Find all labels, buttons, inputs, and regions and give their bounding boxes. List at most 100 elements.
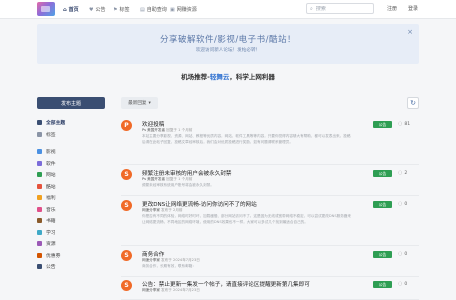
tag-color-icon [37,241,42,247]
reply-count-value: 81 [404,121,411,127]
sidebar-item-label: 学习 [46,230,56,236]
tag-badge[interactable]: 公告 [373,201,392,208]
sidebar-item-label: 标签 [46,132,56,138]
sidebar-item[interactable]: 优惠券 [37,250,105,262]
discussion-row[interactable]: S 频繁注册未审核的用户会被永久封禁 Ps 美国开发者 回复于 1 个月前 频繁未经审… [121,169,419,196]
sidebar-item[interactable]: 酷站 [37,181,105,193]
avatar[interactable]: S [121,280,132,291]
tag-color-icon [37,264,42,270]
tag-color-icon [37,160,42,166]
comment-icon: ◌ [398,281,403,287]
announcement-title: 分享破解软件/影视/电子书/酷站！ [159,35,297,45]
avatar[interactable]: S [121,250,132,261]
nav-item-label: 网赚资源 [176,7,197,13]
discussion-title[interactable]: 商务合作 [142,250,164,258]
sidebar-item-label: 网站 [46,173,56,179]
nav-item[interactable]: ⌂ 首页 [63,5,79,14]
sort-label: 最新回复 [128,101,147,106]
nav-item-label: 标签 [119,7,130,13]
author-name[interactable]: 网速分享家 [142,288,160,292]
sidebar-item[interactable]: 书籍 [37,215,105,227]
discussion-row[interactable]: S 更改DNS让网络更流畅-访问你访问不了的网站 网速分享家 发布于 2月前 你是否有… [121,200,419,246]
sidebar-item[interactable]: 全部主题 [37,117,105,129]
tag-color-icon [37,149,42,155]
search-box[interactable]: ⌕ [306,3,374,14]
post-time: 发布于 2月前 [161,208,183,212]
post-time: 回复于 1 个月前 [166,177,193,181]
discussion-title[interactable]: 更改DNS让网络更流畅-访问你访问不了的网站 [142,200,257,208]
author-name[interactable]: Ps 美国开发者 [142,177,165,181]
avatar[interactable]: P [121,120,132,131]
tag-badge[interactable]: 公告 [373,170,392,177]
tag-badge[interactable]: 公告 [373,251,392,258]
sidebar-item[interactable]: 福利 [37,192,105,204]
tag-color-icon [37,131,42,137]
sidebar-item-label: 福利 [46,196,56,202]
site-logo[interactable] [37,2,55,16]
tag-badge[interactable]: 公告 [373,121,392,128]
promo-prefix: 机场推荐- [181,73,210,81]
nav-item[interactable]: ♥ 公告 [89,5,106,14]
discussion-meta: 网速分享家 发布于 2024年7月23日 [142,288,200,293]
tag-color-icon [37,120,42,126]
discussion-row[interactable]: S 商务合作 网速分享家 发布于 2024年7月23日 商务合作，长期有效，联系邮箱：… [121,250,419,277]
avatar[interactable]: S [121,200,132,211]
sidebar-item[interactable]: 网站 [37,169,105,181]
refresh-button[interactable]: ↻ [407,97,419,109]
tag-color-icon [37,195,42,201]
promo-suffix: ，科学上网利器 [229,73,275,81]
sidebar-item-label: 酷站 [46,184,56,190]
reply-count: ◌ 0 [398,201,407,207]
nav-item[interactable]: ▤ 自助查询 [140,5,167,14]
bookmark-icon: ⚑ [113,6,118,13]
comment-icon: ◌ [398,170,403,176]
sort-dropdown[interactable]: 最新回复 ▾ [121,97,158,109]
tag-color-icon [37,218,42,224]
tag-color-icon [37,229,42,235]
discussion-title[interactable]: 欢迎投稿 [142,120,164,128]
author-name[interactable]: 网速分享家 [142,258,160,262]
register-link[interactable]: 注册 [387,5,397,12]
reply-count-value: 0 [404,281,408,287]
reply-count-value: 0 [404,201,408,207]
comment-icon: ◌ [398,251,403,257]
sidebar-item-label: 影视 [46,150,56,156]
reply-count: ◌ 0 [398,251,407,257]
announcement-subtitle: 欢迎访问新人论坛！发帖必转！ [195,48,261,53]
sidebar-item[interactable]: 软件 [37,158,105,170]
author-name[interactable]: Ps 美国开发者 [142,128,165,132]
post-time: 回复于 1 个月前 [166,128,193,132]
discussion-excerpt: 本站主要分享影视、资源、网站、教程等优质内容，网站、软件工具等等内容，只要你觉得… [142,134,351,144]
gift-icon: ▣ [170,6,175,13]
sidebar-item[interactable]: 资源 [37,238,105,250]
reply-count: ◌ 2 [398,170,407,176]
nav-item-label: 公告 [95,7,106,13]
sidebar-item[interactable]: 公告 [37,261,105,273]
sidebar-item-label: 音乐 [46,207,56,213]
post-time: 发布于 2024年7月23日 [161,288,200,292]
sidebar-item-label: 全部主题 [46,121,66,127]
author-name[interactable]: 网速分享家 [142,208,160,212]
sidebar-item[interactable]: 标签 [37,129,105,141]
discussion-title[interactable]: 频繁注册未审核的用户会被永久封禁 [142,169,232,177]
promo-link[interactable]: 轻舞云 [210,73,230,81]
close-icon[interactable]: × [407,29,413,36]
sidebar-item[interactable]: 音乐 [37,204,105,216]
tag-badge[interactable]: 公告 [373,281,392,288]
announcement-banner: 分享破解软件/影视/电子书/酷站！ 欢迎访问新人论坛！发帖必转！ × [37,24,419,64]
home-icon: ⌂ [63,6,67,13]
discussion-row[interactable]: P 欢迎投稿 Ps 美国开发者 回复于 1 个月前本站主要分享影视、资源、网站、教程… [121,120,419,165]
discussion-title[interactable]: 公告：禁止更新一集发一个帖子，请直接评论区提醒更新第几集即可 [142,280,310,288]
avatar[interactable]: S [121,169,132,180]
search-icon: ⌕ [310,5,313,12]
nav-item[interactable]: ⚑ 标签 [113,5,130,14]
sidebar-item[interactable]: 学习 [37,227,105,239]
new-topic-button[interactable]: 发布主题 [37,97,105,109]
search-input[interactable] [315,5,368,12]
nav-item[interactable]: ▣ 网赚资源 [170,5,197,14]
tag-color-icon [37,183,42,189]
login-link[interactable]: 登录 [408,5,418,12]
discussion-row[interactable]: S 公告：禁止更新一集发一个帖子，请直接评论区提醒更新第几集即可 网速分享家 发布于… [121,280,419,300]
tag-color-icon [37,172,42,178]
sidebar-item[interactable]: 影视 [37,146,105,158]
